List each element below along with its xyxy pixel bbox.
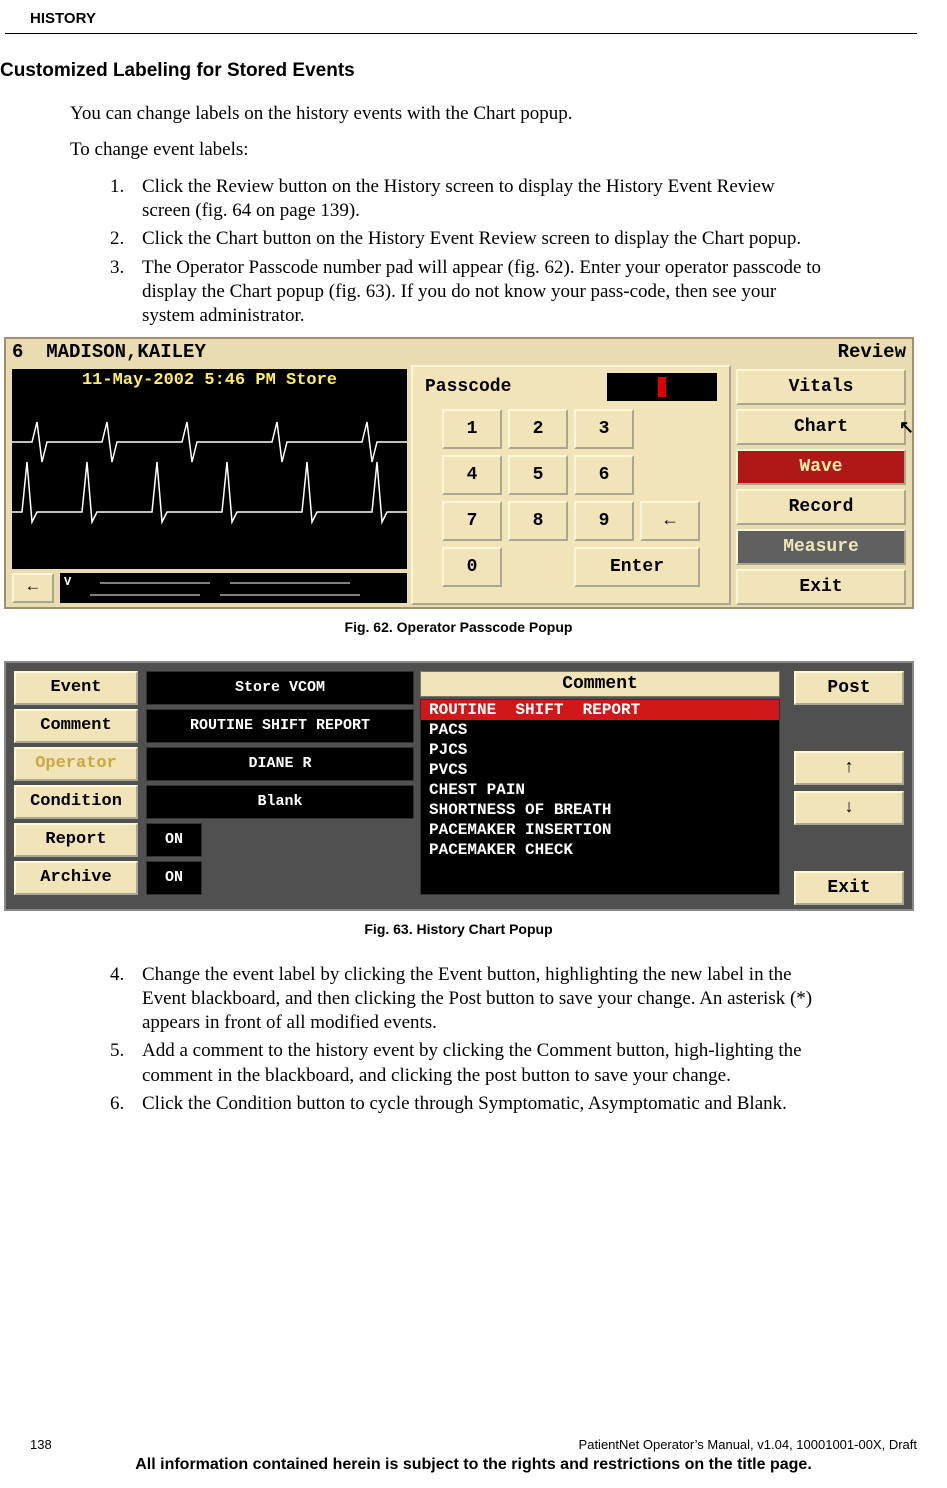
mini-ecg-icon [60,573,407,603]
step-number: 6. [110,1092,142,1116]
mini-back-button[interactable]: ← [12,573,54,603]
post-button[interactable]: Post [794,671,904,705]
comment-value: ROUTINE SHIFT REPORT [146,709,414,743]
step-number: 2. [110,227,142,251]
vitals-button[interactable]: Vitals [736,369,906,405]
list-item[interactable]: CHEST PAIN [421,780,779,800]
section-header: HISTORY [0,10,917,33]
fig-62-passcode-popup: 6 MADISON,KAILEY Review 11-May-2002 5:46… [4,337,914,609]
footer-right: PatientNet Operator’s Manual, v1.04, 100… [579,1437,917,1452]
step-number: 1. [110,175,142,224]
report-value: ON [146,823,202,857]
heading-customized-labeling: Customized Labeling for Stored Events [0,60,917,82]
step-text: Click the Condition button to cycle thro… [142,1092,827,1116]
ecg-waveform-icon [12,392,407,562]
exit-button[interactable]: Exit [736,569,906,605]
intro-paragraph-1: You can change labels on the history eve… [70,102,827,126]
exit-button[interactable]: Exit [794,871,904,905]
page-footer: 138 PatientNet Operator’s Manual, v1.04,… [0,1437,947,1474]
bed-number: 6 [12,341,23,363]
step-1: 1.Click the Review button on the History… [110,175,827,224]
keypad-3[interactable]: 3 [574,409,634,449]
keypad-1[interactable]: 1 [442,409,502,449]
step-text: The Operator Passcode number pad will ap… [142,256,827,329]
mode-label: Review [838,341,906,363]
fig-62-caption: Fig. 62. Operator Passcode Popup [0,619,917,635]
record-button[interactable]: Record [736,489,906,525]
list-item[interactable]: PACS [421,720,779,740]
waveform-timestamp: 11-May-2002 5:46 PM Store [12,369,407,392]
waveform-area: 11-May-2002 5:46 PM Store [12,369,407,569]
passcode-input[interactable] [607,373,717,401]
chart-button[interactable]: Chart [736,409,906,445]
header-rule [5,33,917,34]
keypad-5[interactable]: 5 [508,455,568,495]
list-item[interactable]: ROUTINE SHIFT REPORT [421,700,779,720]
comment-listbox[interactable]: ROUTINE SHIFT REPORT PACS PJCS PVCS CHES… [420,699,780,895]
step-3: 3.The Operator Passcode number pad will … [110,256,827,329]
keypad-2[interactable]: 2 [508,409,568,449]
fig-63-chart-popup: Event Comment Operator Condition Report … [4,661,914,911]
step-text: Click the Chart button on the History Ev… [142,227,827,251]
step-number: 5. [110,1039,142,1088]
condition-button[interactable]: Condition [14,785,138,819]
intro-paragraph-2: To change event labels: [70,138,827,162]
archive-button[interactable]: Archive [14,861,138,895]
keypad-backspace[interactable]: ← [640,501,700,541]
comment-list-header: Comment [420,671,780,697]
keypad-8[interactable]: 8 [508,501,568,541]
mini-waveform: V [60,573,407,603]
report-button[interactable]: Report [14,823,138,857]
step-4: 4.Change the event label by clicking the… [110,963,827,1036]
fig-63-caption: Fig. 63. History Chart Popup [0,921,917,937]
keypad-0[interactable]: 0 [442,547,502,587]
archive-value: ON [146,861,202,895]
step-number: 4. [110,963,142,1036]
passcode-keypad: Passcode 1 2 3 4 5 6 7 8 9 ← 0 Enter [411,365,731,605]
list-item[interactable]: PVCS [421,760,779,780]
step-number: 3. [110,256,142,329]
operator-button[interactable]: Operator [14,747,138,781]
operator-value: DIANE R [146,747,414,781]
comment-button[interactable]: Comment [14,709,138,743]
measure-button[interactable]: Measure [736,529,906,565]
keypad-enter[interactable]: Enter [574,547,700,587]
condition-value: Blank [146,785,414,819]
keypad-9[interactable]: 9 [574,501,634,541]
keypad-7[interactable]: 7 [442,501,502,541]
patient-name: MADISON,KAILEY [46,341,206,363]
list-item[interactable]: PACEMAKER INSERTION [421,820,779,840]
step-text: Change the event label by clicking the E… [142,963,827,1036]
keypad-4[interactable]: 4 [442,455,502,495]
event-button[interactable]: Event [14,671,138,705]
passcode-label: Passcode [425,377,511,397]
step-text: Click the Review button on the History s… [142,175,827,224]
scroll-up-button[interactable]: ↑ [794,751,904,785]
list-item[interactable]: SHORTNESS OF BREATH [421,800,779,820]
step-6: 6.Click the Condition button to cycle th… [110,1092,827,1116]
list-item[interactable]: PACEMAKER CHECK [421,840,779,860]
step-2: 2.Click the Chart button on the History … [110,227,827,251]
event-value: Store VCOM [146,671,414,705]
wave-button[interactable]: Wave [736,449,906,485]
step-text: Add a comment to the history event by cl… [142,1039,827,1088]
footer-notice: All information contained herein is subj… [0,1456,947,1474]
page-number: 138 [30,1437,52,1452]
list-item[interactable]: PJCS [421,740,779,760]
scroll-down-button[interactable]: ↓ [794,791,904,825]
step-5: 5.Add a comment to the history event by … [110,1039,827,1088]
mouse-cursor-icon: ↖ [899,417,914,438]
passcode-cursor [658,377,666,397]
keypad-6[interactable]: 6 [574,455,634,495]
